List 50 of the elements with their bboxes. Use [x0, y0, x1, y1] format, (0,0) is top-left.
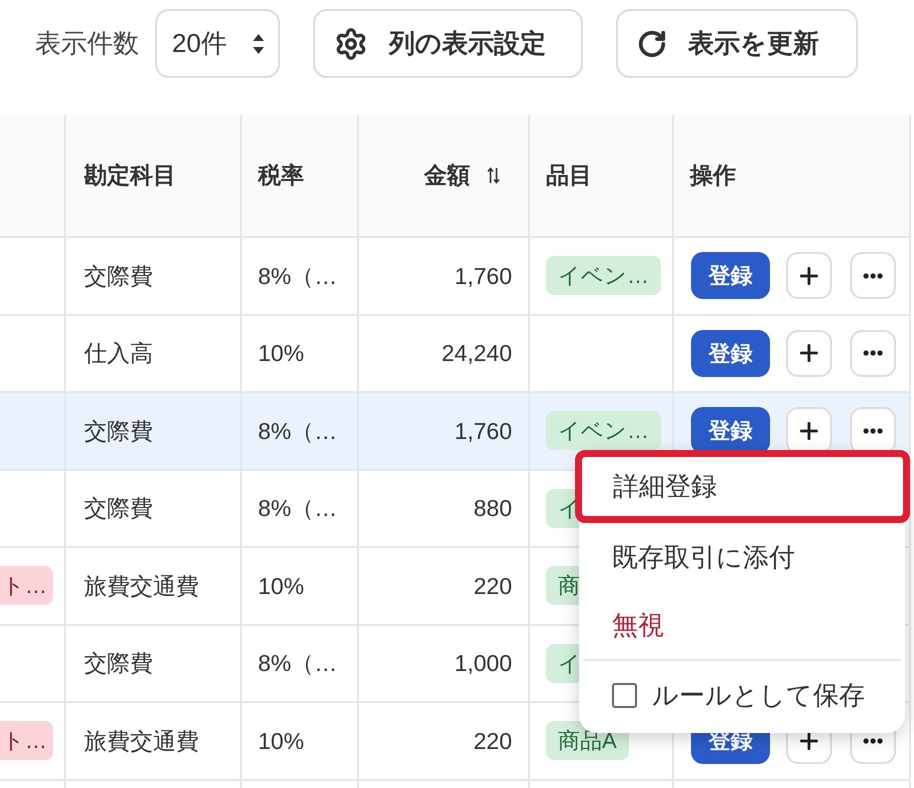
more-icon — [863, 428, 883, 434]
table-cell: 旅費交通費 — [66, 703, 242, 778]
table-cell: 8%（… — [242, 238, 359, 314]
column-header: 品目 — [546, 161, 592, 190]
column-header: 操作 — [690, 161, 736, 190]
table-cell: 1,000 — [359, 626, 530, 701]
page-size-label: 表示件数 — [35, 27, 139, 60]
table-cell: 10% — [242, 548, 359, 624]
table-cell: 8%（… — [242, 470, 359, 546]
table-cell: 220 — [359, 703, 530, 778]
column-header: 金額 — [424, 161, 470, 190]
register-button[interactable]: 登録 — [691, 330, 770, 377]
add-button[interactable] — [786, 252, 832, 300]
column-header: 勘定科目 — [84, 161, 176, 190]
menu-item[interactable]: 詳細登録 — [575, 450, 910, 523]
table-cell: 10% — [242, 703, 359, 778]
caret-icon — [253, 34, 264, 54]
table-cell: 1,760 — [359, 393, 530, 468]
table-cell: 交際費 — [66, 626, 242, 701]
category-tag: ト… — [0, 721, 53, 760]
add-button[interactable] — [786, 330, 832, 377]
table-cell: 24,240 — [359, 316, 530, 391]
table-cell: 10% — [242, 316, 359, 391]
table-cell: 8%（… — [242, 393, 359, 468]
more-icon — [863, 350, 883, 356]
checkbox[interactable] — [612, 682, 637, 708]
more-button[interactable] — [850, 252, 896, 300]
table-cell: 8%（… — [242, 626, 359, 701]
table-cell: 1,760 — [359, 238, 530, 314]
settings-icon — [334, 26, 368, 60]
page-size-select[interactable]: 20件 — [155, 9, 280, 78]
register-button[interactable]: 登録 — [691, 252, 770, 300]
more-icon — [863, 738, 883, 744]
column-header: 税率 — [258, 161, 304, 190]
sort-icon[interactable] — [487, 167, 500, 184]
table-cell: 旅費交通費 — [66, 548, 242, 624]
column-settings-button[interactable]: 列の表示設定 — [313, 9, 583, 78]
refresh-icon — [637, 28, 667, 58]
refresh-button[interactable]: 表示を更新 — [616, 9, 858, 78]
more-button[interactable] — [850, 330, 896, 377]
item-tag: イベン… — [546, 256, 661, 296]
table-cell: 交際費 — [66, 470, 242, 546]
table-cell: 交際費 — [66, 393, 242, 468]
item-tag: イベン… — [546, 411, 661, 450]
more-icon — [863, 272, 883, 279]
table-cell: 仕入高 — [66, 316, 242, 391]
table-cell: 交際費 — [66, 238, 242, 314]
table-cell: 880 — [359, 470, 530, 546]
category-tag: ト… — [0, 566, 53, 606]
table-cell: 220 — [359, 548, 530, 624]
